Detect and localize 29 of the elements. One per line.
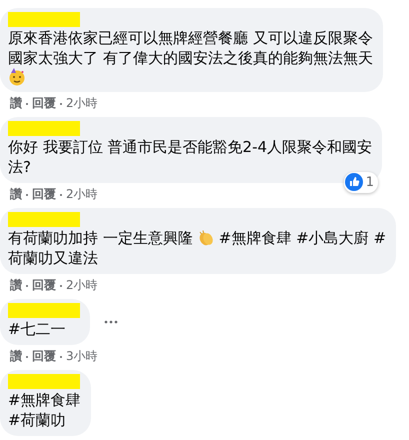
comment-time: 2小時 (66, 278, 98, 293)
action-link[interactable]: 讚 (10, 349, 22, 364)
action-link[interactable]: 回覆 (32, 349, 56, 364)
like-icon (344, 173, 363, 192)
comment-time: 2小時 (66, 96, 98, 111)
comment-text: 法? (8, 157, 31, 177)
comment-text: 荷蘭叻又違法 (8, 248, 98, 268)
comment-text: #七二一 (8, 319, 66, 339)
action-link[interactable]: 回覆 (32, 278, 56, 293)
comment-text: 原來香港依家已經可以無牌經營餐廳 又可以違反限聚令 (8, 28, 373, 48)
comment-text: 有荷蘭叻加持 一定生意興隆 (8, 228, 193, 248)
more-button[interactable] (102, 318, 120, 326)
reaction-count: 1 (366, 174, 374, 192)
comment-text: 國家太強大了 有了偉大的國安法之後真的能夠無法無天 (8, 48, 373, 68)
more-icon (104, 320, 118, 324)
comment-text: #無牌食肆 #小島大廚 # (218, 228, 386, 248)
comment-time: 3小時 (66, 349, 98, 364)
action-link[interactable]: 讚 (10, 278, 22, 293)
comment-text: 你好 我要訂位 普通市民是否能豁免2-4人限聚令和國安 (8, 137, 372, 157)
comment-time: 2小時 (66, 187, 98, 202)
action-link[interactable]: 讚 (10, 187, 22, 202)
party-face-icon (8, 68, 26, 86)
comment-text: #荷蘭叻 (8, 410, 66, 430)
clapping-hands-icon (196, 229, 215, 247)
action-link[interactable]: 回覆 (32, 96, 56, 111)
action-link[interactable]: 回覆 (32, 187, 56, 202)
reaction-badge[interactable]: 1 (344, 172, 378, 193)
action-link[interactable]: 讚 (10, 96, 22, 111)
comment-text: #無牌食肆 (8, 390, 81, 410)
